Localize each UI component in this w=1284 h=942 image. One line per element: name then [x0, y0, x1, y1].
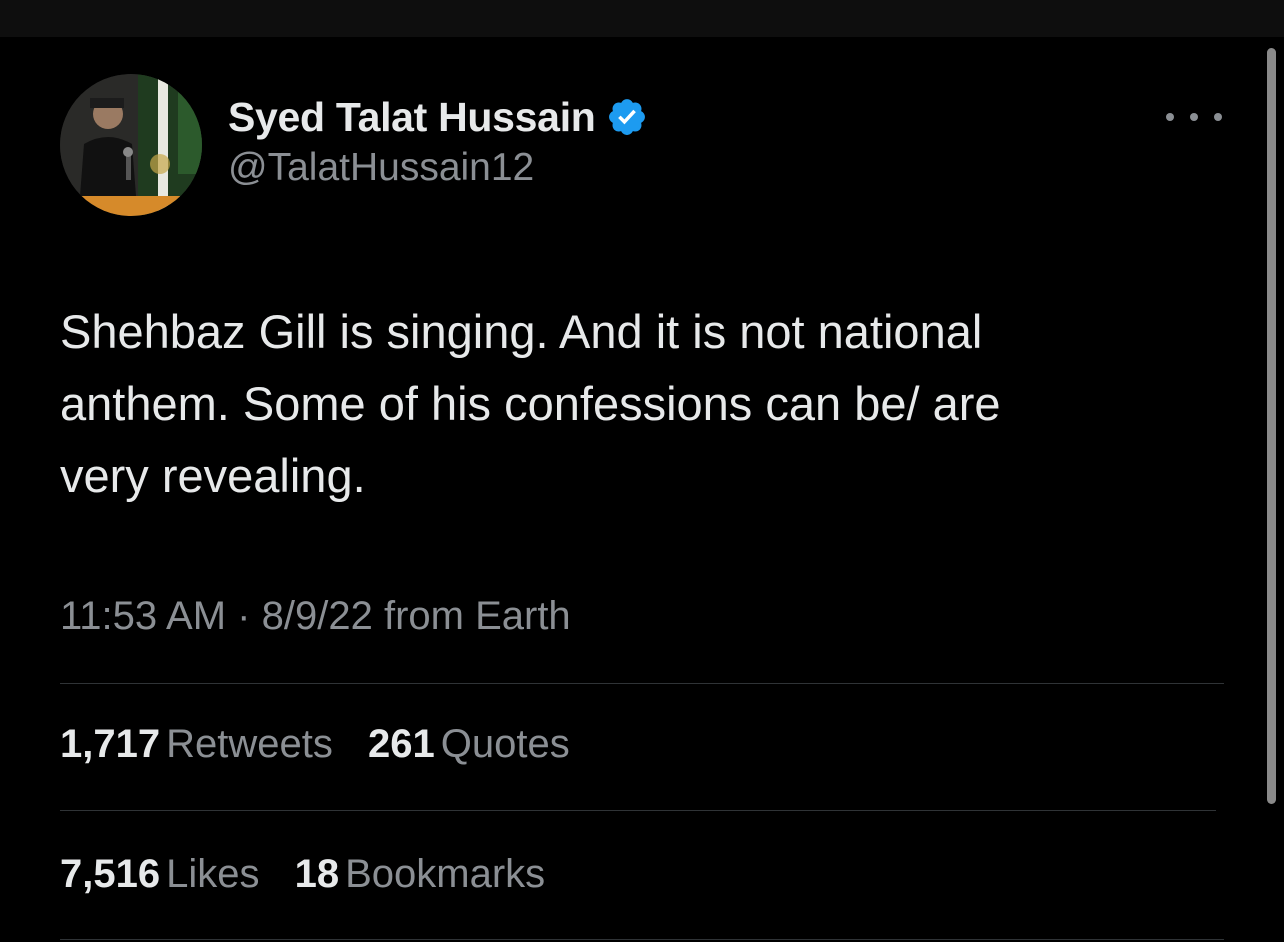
display-name-row: Syed Talat Hussain	[228, 92, 648, 142]
likes-stat[interactable]: 7,516 Likes	[60, 852, 260, 896]
more-dot	[1166, 113, 1174, 121]
likes-count: 7,516	[60, 852, 161, 896]
author-names: Syed Talat Hussain @TalatHussain12	[228, 92, 648, 190]
more-options-icon[interactable]	[1166, 102, 1222, 132]
stats-row-likes: 7,516 Likes 18 Bookmarks	[60, 852, 569, 897]
verified-badge-icon[interactable]	[606, 96, 648, 138]
divider	[60, 939, 1224, 940]
quotes-count: 261	[367, 722, 435, 766]
tweet-text-line: anthem. Some of his confessions can be/ …	[60, 377, 1001, 430]
bookmarks-label: Bookmarks	[345, 852, 546, 896]
author-handle[interactable]: @TalatHussain12	[228, 146, 648, 190]
stats-row-engagement: 1,717 Retweets 261 Quotes	[60, 722, 594, 767]
quotes-label: Quotes	[440, 722, 570, 766]
divider	[60, 683, 1224, 684]
avatar[interactable]	[60, 74, 202, 216]
tweet-detail-page: Syed Talat Hussain @TalatHussain12 Shehb…	[0, 0, 1284, 942]
top-bar	[0, 0, 1284, 37]
tweet-text: Shehbaz Gill is singing. And it is not n…	[60, 296, 1210, 512]
retweets-stat[interactable]: 1,717 Retweets	[60, 722, 333, 766]
avatar-image	[60, 74, 202, 216]
likes-label: Likes	[166, 852, 260, 896]
bookmarks-stat[interactable]: 18 Bookmarks	[295, 852, 546, 896]
meta-separator: ·	[237, 594, 262, 638]
tweet-header: Syed Talat Hussain @TalatHussain12	[60, 74, 1230, 216]
tweet-date[interactable]: 8/9/22	[262, 594, 373, 638]
tweet-text-line: Shehbaz Gill is singing. And it is not n…	[60, 305, 983, 358]
tweet-text-line: very revealing.	[60, 449, 366, 502]
tweet-meta: 11:53 AM · 8/9/22 from Earth	[60, 594, 571, 639]
display-name[interactable]: Syed Talat Hussain	[228, 94, 596, 141]
more-dot	[1214, 113, 1222, 121]
tweet-source: from Earth	[383, 594, 571, 638]
retweets-label: Retweets	[166, 722, 333, 766]
divider	[60, 810, 1216, 811]
tweet-time[interactable]: 11:53 AM	[60, 594, 226, 638]
bookmarks-count: 18	[294, 852, 340, 896]
more-dot	[1190, 113, 1198, 121]
quotes-stat[interactable]: 261 Quotes	[368, 722, 570, 766]
retweets-count: 1,717	[60, 722, 161, 766]
scrollbar[interactable]	[1267, 48, 1276, 804]
